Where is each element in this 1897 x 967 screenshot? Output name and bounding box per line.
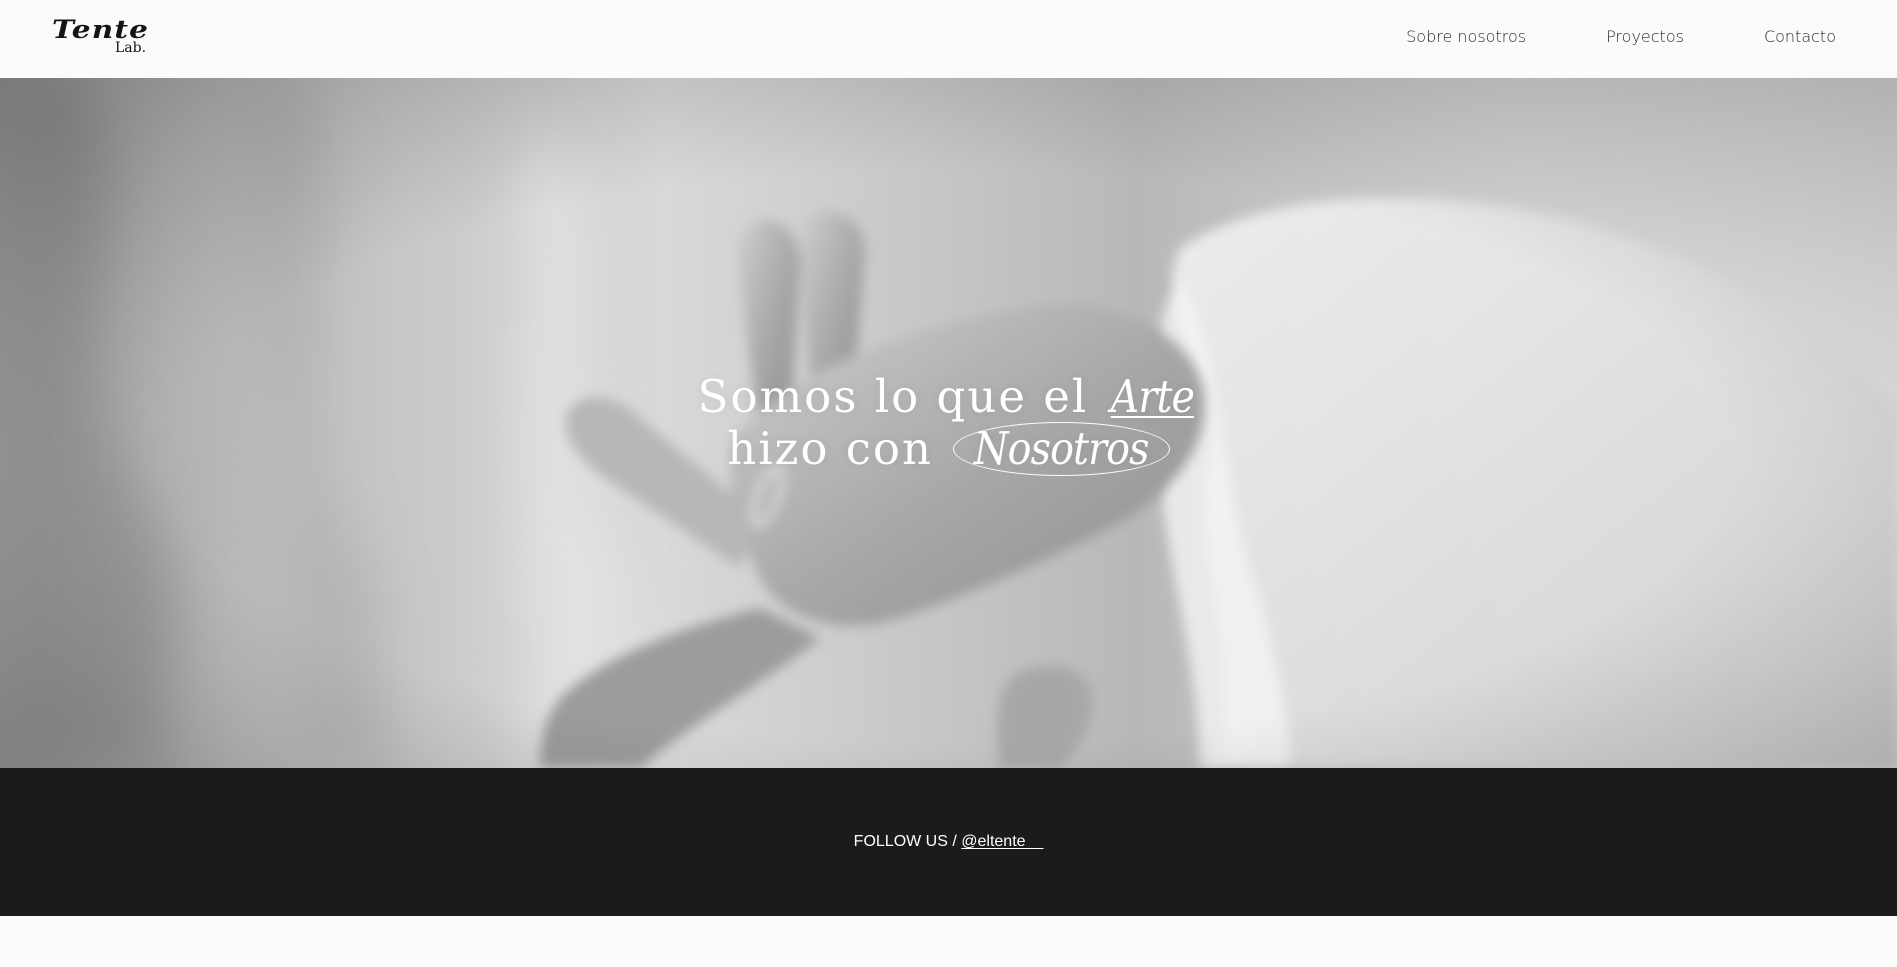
brand-logo[interactable]: Tente Lab. — [52, 16, 152, 60]
follow-us-row: FOLLOW US / @eltente__ — [0, 831, 1897, 853]
headline-line-1-text: Somos lo que el — [697, 370, 1105, 423]
logo-subtitle: Lab. — [115, 40, 147, 56]
follow-us-label: FOLLOW US / — [853, 833, 962, 850]
headline-accent-nosotros: Nosotros — [974, 422, 1150, 475]
follow-band: FOLLOW US / @eltente__ — [0, 768, 1897, 916]
nav-link-proyectos[interactable]: Proyectos — [1606, 26, 1684, 48]
site-header: Tente Lab. Sobre nosotros Proyectos Cont… — [0, 0, 1897, 78]
nav-link-sobre-nosotros[interactable]: Sobre nosotros — [1406, 26, 1526, 48]
headline-line-2: hizo con Nosotros — [0, 422, 1897, 476]
page-bottom-strip — [0, 916, 1897, 967]
headline-line-1: Somos lo que el Arte — [0, 372, 1897, 422]
nav-link-contacto[interactable]: Contacto — [1764, 26, 1836, 48]
headline-oval-frame: Nosotros — [953, 422, 1170, 476]
headline-line-2-text: hizo con — [727, 422, 950, 475]
instagram-handle-link[interactable]: @eltente__ — [961, 833, 1043, 850]
hero-section: Somos lo que el Arte hizo con Nosotros — [0, 78, 1897, 768]
headline-accent-arte: Arte — [1110, 370, 1194, 423]
main-nav: Sobre nosotros Proyectos Contacto — [1406, 26, 1836, 48]
hero-headline: Somos lo que el Arte hizo con Nosotros — [0, 372, 1897, 476]
